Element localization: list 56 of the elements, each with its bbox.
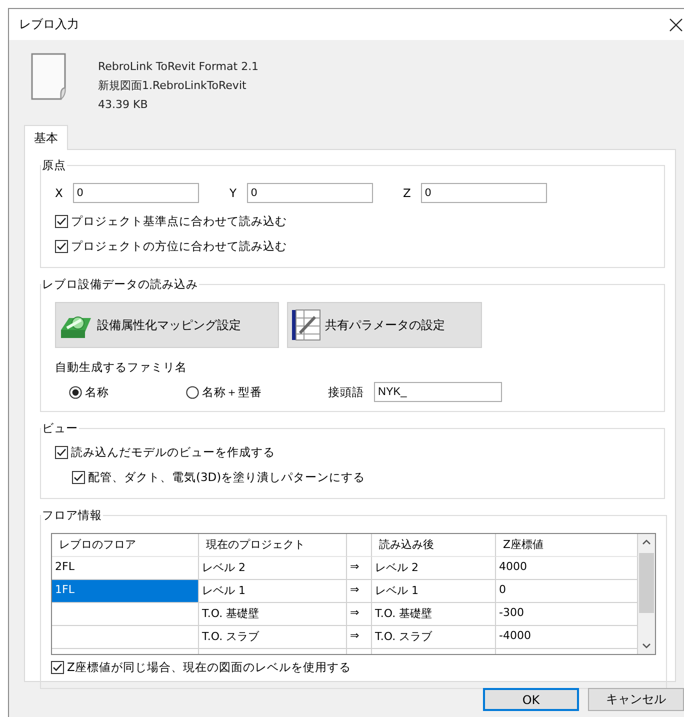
dialog-button[interactable]: キャンセル: [588, 688, 684, 711]
field-label: X: [55, 186, 63, 200]
group-title: 原点: [41, 158, 67, 173]
column-header[interactable]: 現在のプロジェクト: [199, 534, 347, 557]
radio-button[interactable]: [69, 386, 82, 398]
table-cell: T.O. スラブ: [372, 626, 496, 649]
prefix-field[interactable]: NYK_: [374, 382, 502, 402]
field-label: Z: [403, 186, 411, 200]
checkbox[interactable]: [55, 215, 68, 228]
table-cell: ⇒: [347, 626, 372, 649]
window-title: レブロ入力: [19, 16, 79, 33]
checkbox-label: 配管、ダクト、電気(3D)を塗り潰しパターンにする: [88, 470, 366, 485]
settings-button[interactable]: 設備属性化マッピング設定: [55, 302, 279, 348]
table-edit-icon: [291, 309, 321, 341]
group-title: ビュー: [41, 421, 79, 436]
document-icon: [30, 52, 68, 102]
table-cell: ⇒: [347, 557, 372, 580]
file-name: 新規図面1.RebroLinkToRevit: [98, 78, 248, 93]
table-cell: レベル 1: [199, 580, 347, 603]
column-header[interactable]: レブロのフロア: [52, 534, 199, 557]
radio-label: 名称: [85, 384, 109, 400]
table-cell: レベル 1: [372, 580, 496, 603]
radio-label: 名称＋型番: [202, 384, 262, 400]
checkbox[interactable]: [72, 471, 85, 484]
field-label: Y: [229, 186, 237, 200]
scrollbar-thumb[interactable]: [639, 553, 654, 613]
dialog-button[interactable]: OK: [483, 688, 579, 711]
prefix-label: 接頭語: [328, 384, 364, 400]
input-field[interactable]: 0: [421, 183, 547, 203]
table-cell: T.O. 基礎壁: [372, 603, 496, 626]
checkbox-label: Z座標値が同じ場合、現在の図面のレベルを使用する: [67, 660, 351, 675]
file-format: RebroLink ToRevit Format 2.1: [98, 60, 259, 73]
file-size: 43.39 KB: [98, 98, 149, 111]
tab[interactable]: 基本: [24, 125, 68, 150]
column-header[interactable]: 読み込み後: [372, 534, 496, 557]
family-name-label: 自動生成するファミリ名: [55, 360, 188, 375]
settings-button[interactable]: 共有パラメータの設定: [287, 302, 482, 348]
group-title: レブロ設備データの読み込み: [41, 277, 199, 292]
checkbox-label: プロジェクト基準点に合わせて読み込む: [71, 214, 287, 229]
table-cell: ⇒: [347, 580, 372, 603]
table-cell: レベル 2: [372, 557, 496, 580]
input-field[interactable]: 0: [247, 183, 373, 203]
table-cell: ⇒: [347, 603, 372, 626]
group-title: フロア情報: [41, 508, 103, 523]
input-field[interactable]: 0: [73, 183, 199, 203]
checkbox[interactable]: [55, 446, 68, 459]
table-cell: T.O. スラブ: [199, 626, 347, 649]
table-cell: 1FL: [52, 580, 199, 603]
table-cell: レベル 2: [199, 557, 347, 580]
checkbox-label: プロジェクトの方位に合わせて読み込む: [71, 239, 287, 254]
checkbox[interactable]: [51, 661, 64, 674]
checkbox[interactable]: [55, 240, 68, 253]
close-icon[interactable]: [668, 16, 684, 32]
radio-button[interactable]: [186, 386, 199, 398]
checkbox-label: 読み込んだモデルのビューを作成する: [71, 445, 275, 460]
table-cell: T.O. 基礎壁: [199, 603, 347, 626]
